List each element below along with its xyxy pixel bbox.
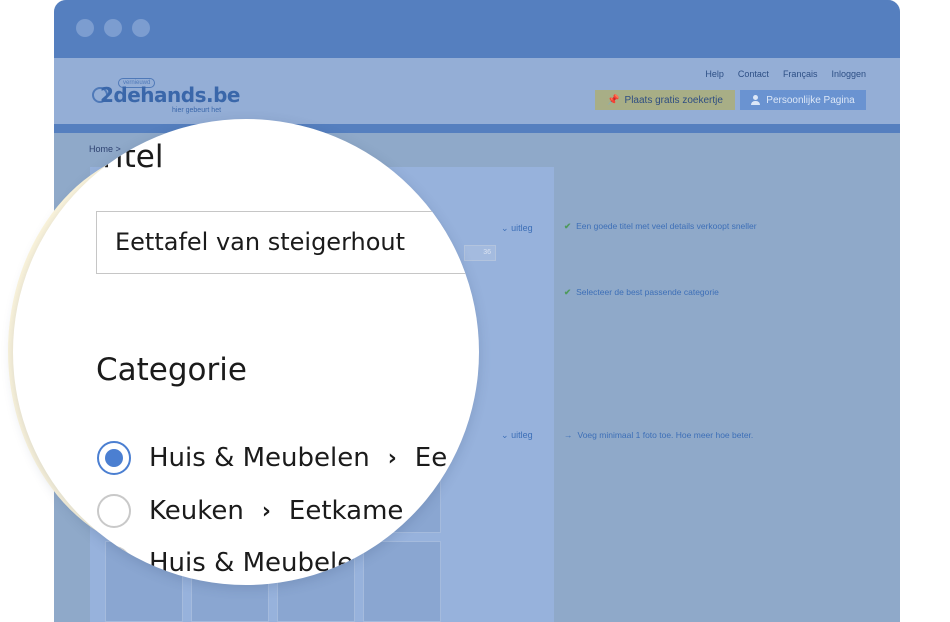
category-main: Keuken	[149, 496, 244, 526]
chevron-right-icon: ›	[261, 498, 271, 524]
check-icon: ✔	[564, 287, 572, 297]
radio-checked-icon[interactable]	[97, 441, 131, 475]
hint-text: Selecteer de best passende categorie	[576, 287, 719, 297]
window-minimize-dot[interactable]	[104, 19, 122, 37]
arrow-right-icon: →	[564, 430, 573, 440]
browser-titlebar	[54, 0, 900, 58]
uitleg-label: uitleg	[511, 430, 533, 440]
title-input[interactable]: Eettafel van steigerhout	[96, 211, 479, 274]
category-option[interactable]: Huis & Meubele	[97, 543, 353, 583]
category-option[interactable]: Huis & Meubelen › Ee	[97, 438, 447, 478]
category-option[interactable]: Keuken › Eetkame	[97, 491, 403, 531]
window-maximize-dot[interactable]	[132, 19, 150, 37]
title-field-label: Titel	[97, 139, 164, 175]
logo-tagline: hier gebeurt het	[172, 107, 222, 114]
chevron-down-icon: ⌄	[501, 223, 509, 233]
category-sub: Eetkame	[288, 496, 404, 526]
photo-upload-slot[interactable]	[363, 541, 441, 622]
hint-category: ✔ Selecteer de best passende categorie	[564, 287, 719, 298]
language-link[interactable]: Français	[783, 69, 818, 79]
radio-unchecked-icon[interactable]	[97, 546, 131, 580]
category-main: Huis & Meubelen	[149, 443, 370, 473]
category-field-label: Categorie	[96, 352, 247, 388]
uitleg-link-photos[interactable]: ⌄ uitleg	[501, 430, 533, 441]
magnifier-lens: Titel Eettafel van steigerhout Categorie…	[13, 119, 479, 585]
site-header: vernieuwd 2dehands.be hier gebeurt het H…	[54, 58, 900, 124]
chevron-down-icon: ⌄	[501, 430, 509, 440]
help-link[interactable]: Help	[705, 69, 724, 79]
hint-text: Een goede titel met veel details verkoop…	[576, 221, 757, 231]
category-main: Huis & Meubele	[149, 548, 354, 578]
personal-page-button[interactable]: Persoonlijke Pagina	[740, 90, 866, 110]
uitleg-link-title[interactable]: ⌄ uitleg	[501, 223, 533, 234]
radio-unchecked-icon[interactable]	[97, 494, 131, 528]
place-ad-label: Plaats gratis zoekertje	[624, 94, 723, 106]
login-link[interactable]: Inloggen	[831, 69, 866, 79]
hint-text: Voeg minimaal 1 foto toe. Hoe meer hoe b…	[577, 430, 754, 440]
window-close-dot[interactable]	[76, 19, 94, 37]
uitleg-label: uitleg	[511, 223, 533, 233]
site-logo[interactable]: vernieuwd 2dehands.be hier gebeurt het	[92, 78, 242, 118]
contact-link[interactable]: Contact	[738, 69, 769, 79]
category-sub: Ee	[414, 443, 448, 473]
place-ad-button[interactable]: 📌 Plaats gratis zoekertje	[595, 90, 735, 110]
personal-page-label: Persoonlijke Pagina	[766, 94, 855, 106]
pin-icon: 📌	[607, 94, 620, 106]
top-links: Help Contact Français Inloggen	[705, 69, 866, 79]
hint-title: ✔ Een goede titel met veel details verkoo…	[564, 221, 757, 232]
logo-text: 2dehands.be	[100, 83, 240, 107]
check-icon: ✔	[564, 221, 572, 231]
chevron-right-icon: ›	[387, 445, 397, 471]
hint-photos: → Voeg minimaal 1 foto toe. Hoe meer hoe …	[564, 430, 753, 440]
user-icon	[751, 95, 761, 105]
